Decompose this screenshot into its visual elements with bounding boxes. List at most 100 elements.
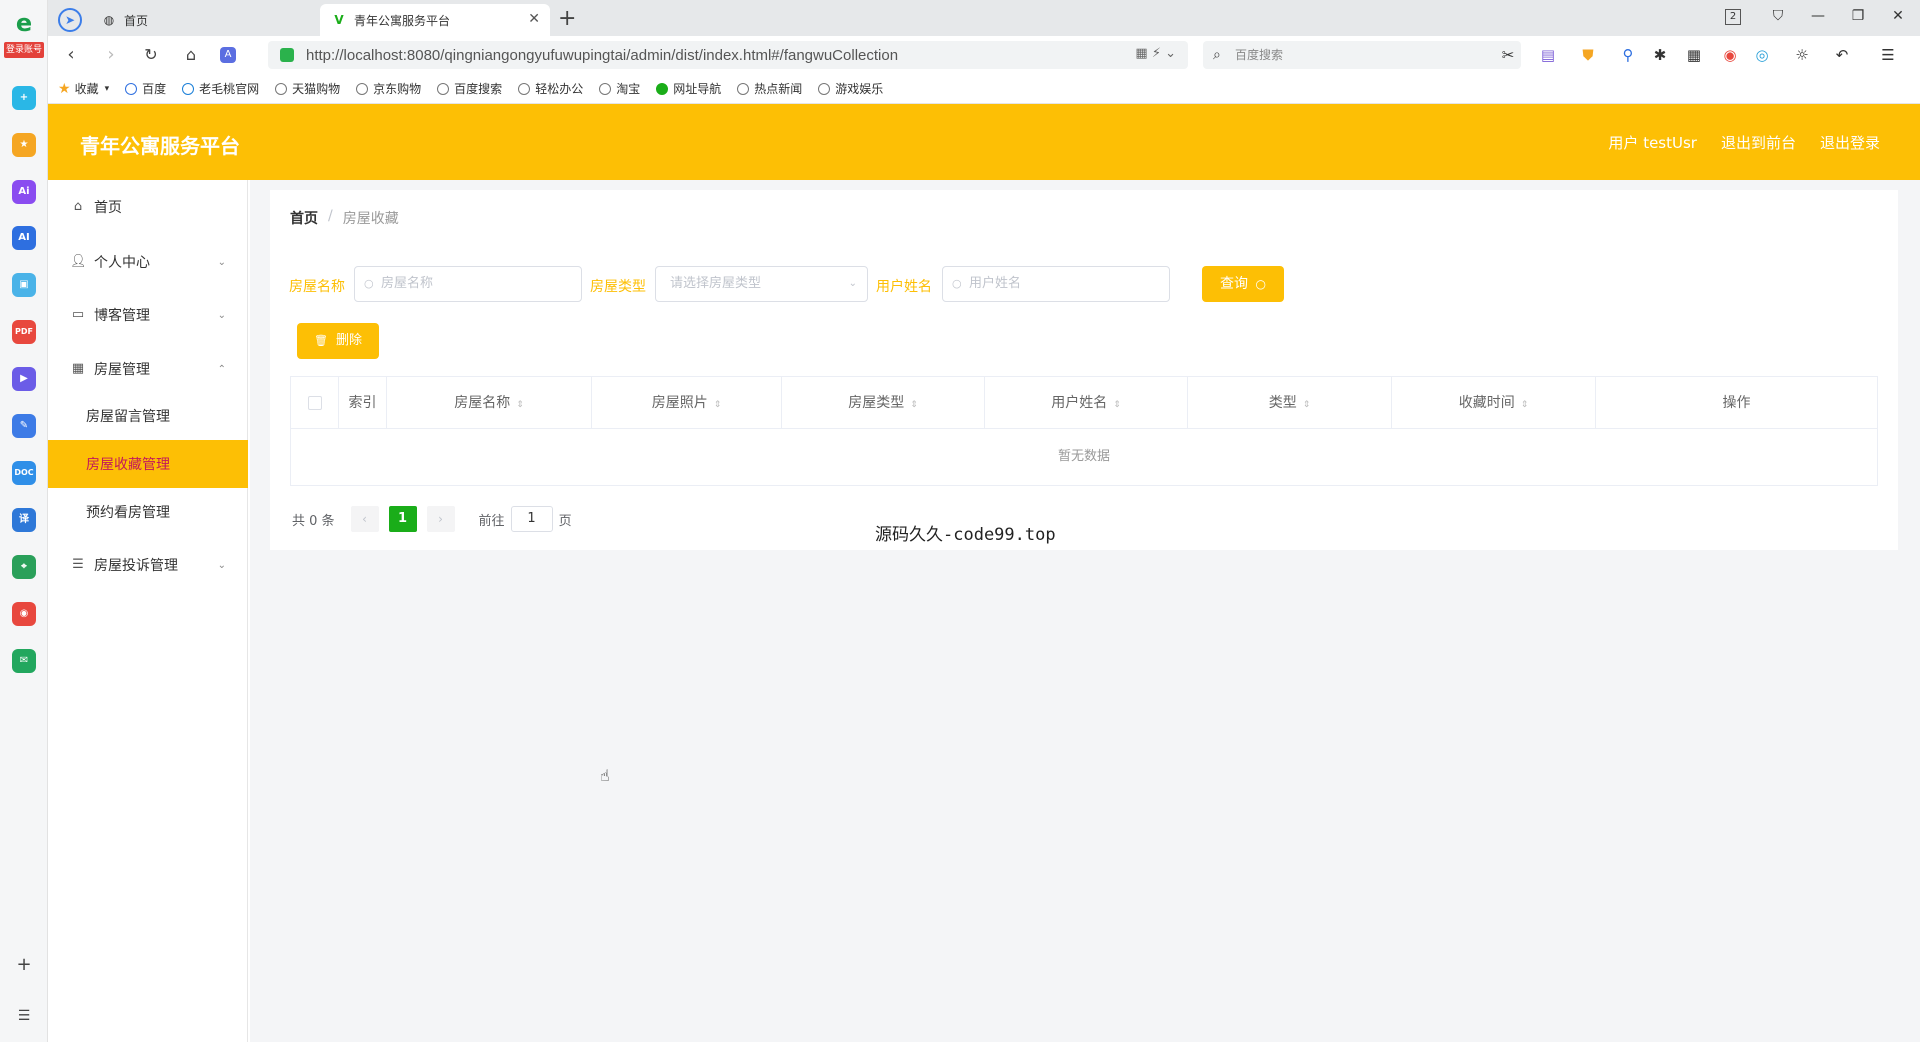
dock-pdf-icon[interactable]: PDF xyxy=(12,320,36,344)
translate-icon[interactable]: ▤ xyxy=(1538,45,1558,65)
dock-translate-icon[interactable]: 译 xyxy=(12,508,36,532)
chrome-icon[interactable]: ◉ xyxy=(1720,45,1740,65)
prev-page-button[interactable]: ‹ xyxy=(350,506,379,532)
sidebar-item-personal[interactable]: 👤︎ 个人中心 ⌄ xyxy=(48,237,248,287)
restore-icon[interactable]: ❐ xyxy=(1846,8,1870,24)
page-number-current[interactable]: 1 xyxy=(388,506,417,532)
dock-doc-icon[interactable]: DOC xyxy=(12,461,36,485)
home-icon[interactable]: ⌂ xyxy=(180,44,202,66)
dock-list-icon[interactable]: ☰ xyxy=(12,1004,36,1028)
column-header-user-name[interactable]: 用户姓名 ⇕ xyxy=(985,377,1188,429)
sort-icon[interactable]: ⇕ xyxy=(910,400,918,410)
sort-icon[interactable]: ⇕ xyxy=(714,400,722,410)
collection-table: 索引 房屋名称 ⇕ 房屋照片 ⇕ 房屋类型 ⇕ 用户姓名 ⇕ 类型 ⇕ 收藏时间 ⇕ 操作 … xyxy=(290,376,1878,486)
bookmark-item[interactable]: 京东购物 xyxy=(356,80,421,97)
dock-note-icon[interactable]: ✎ xyxy=(12,414,36,438)
window-count-badge[interactable]: 2 xyxy=(1725,9,1741,25)
dock-mail-icon[interactable]: ✉ xyxy=(12,649,36,673)
sort-icon[interactable]: ⇕ xyxy=(516,400,524,410)
apps-grid-icon[interactable]: ▦ xyxy=(1684,45,1704,65)
sidebar-item-home[interactable]: ⌂ 首页 xyxy=(48,182,248,232)
undo-icon[interactable]: ↶ xyxy=(1832,45,1852,65)
reload-icon[interactable]: ↻ xyxy=(140,44,162,66)
address-bar[interactable]: http://localhost:8080/qingniangongyufuwu… xyxy=(268,41,1188,69)
browser-sidebar-dock: e 登录账号 + ★ Ai AI ▣ PDF ▶ ✎ DOC 译 ⌖ ◉ ✉ +… xyxy=(0,0,48,1042)
close-window-icon[interactable]: ✕ xyxy=(1886,8,1910,24)
bookmark-item[interactable]: 淘宝 xyxy=(599,80,640,97)
grid-icon: ▦ xyxy=(71,361,85,376)
bookmark-item[interactable]: 游戏娱乐 xyxy=(818,80,883,97)
dock-image-icon[interactable]: ▣ xyxy=(12,273,36,297)
search-box[interactable]: ⌕ 百度搜索 xyxy=(1203,41,1521,69)
dock-ai-icon[interactable]: Ai xyxy=(12,180,36,204)
column-header-house-photo[interactable]: 房屋照片 ⇕ xyxy=(592,377,782,429)
bookmark-item[interactable]: 天猫购物 xyxy=(275,80,340,97)
sort-icon[interactable]: ⇕ xyxy=(1113,400,1121,410)
sidebar-item-house-message[interactable]: 房屋留言管理 xyxy=(48,392,248,440)
dock-star-icon[interactable]: ★ xyxy=(12,133,36,157)
url-text: http://localhost:8080/qingniangongyufuwu… xyxy=(306,46,899,64)
breadcrumb-home[interactable]: 首页 xyxy=(290,208,318,228)
column-header-type[interactable]: 类型 ⇕ xyxy=(1188,377,1392,429)
delete-button[interactable]: 🗑︎ 删除 xyxy=(297,323,379,359)
brightness-icon[interactable]: ☼ xyxy=(1792,45,1812,65)
column-header-house-type[interactable]: 房屋类型 ⇕ xyxy=(782,377,985,429)
browser-logo[interactable]: e 登录账号 xyxy=(4,10,44,58)
minimize-icon[interactable]: — xyxy=(1806,8,1830,24)
sort-icon[interactable]: ⇕ xyxy=(1521,400,1529,410)
edge-icon[interactable]: ◎ xyxy=(1752,45,1772,65)
dock-add-icon[interactable]: + xyxy=(12,953,36,977)
sidebar-item-house-collection[interactable]: 房屋收藏管理 xyxy=(48,440,248,488)
next-page-button[interactable]: › xyxy=(426,506,455,532)
dock-ai-doc-icon[interactable]: AI xyxy=(12,226,36,250)
select-all-checkbox[interactable] xyxy=(308,396,322,410)
sidebar-item-blog[interactable]: ▭ 博客管理 ⌄ xyxy=(48,290,248,340)
scissors-icon[interactable]: ✂ xyxy=(1498,45,1518,65)
bookmark-favorites[interactable]: ★ 收藏 ▾ xyxy=(58,80,109,97)
ai-extension-icon[interactable]: A xyxy=(220,47,236,63)
bookmark-item[interactable]: 网址导航 xyxy=(656,80,721,97)
tab-platform[interactable]: V 青年公寓服务平台 ✕ xyxy=(320,4,550,36)
magnifier-icon[interactable]: ⚲ xyxy=(1618,45,1638,65)
dock-app-icon[interactable]: + xyxy=(12,86,36,110)
dock-weibo-icon[interactable]: ◉ xyxy=(12,602,36,626)
sidebar-item-house-booking[interactable]: 预约看房管理 xyxy=(48,488,248,536)
extensions-icon[interactable]: ✱ xyxy=(1650,45,1670,65)
dock-video-icon[interactable]: ▶ xyxy=(12,367,36,391)
user-name-input[interactable]: ○ 用户姓名 xyxy=(942,266,1170,302)
select-placeholder: 请选择房屋类型 xyxy=(670,276,762,291)
menu-icon[interactable]: ☰ xyxy=(1878,45,1898,65)
sidebar-item-label: 博客管理 xyxy=(94,308,150,324)
sidebar-item-complaint[interactable]: ☰ 房屋投诉管理 ⌄ xyxy=(48,540,248,590)
shirt-icon[interactable]: ⛉ xyxy=(1766,8,1790,24)
vue-logo-icon: V xyxy=(334,13,344,27)
bookmark-item[interactable]: 百度 xyxy=(125,80,166,97)
bookmark-item[interactable]: 老毛桃官网 xyxy=(182,80,259,97)
forward-icon[interactable]: › xyxy=(100,44,122,66)
query-button[interactable]: 查询 ○ xyxy=(1202,266,1284,302)
navigation-icon[interactable]: ➤ xyxy=(58,8,82,32)
globe-icon xyxy=(818,82,831,95)
goto-page-input[interactable]: 1 xyxy=(510,506,553,532)
close-tab-icon[interactable]: ✕ xyxy=(528,11,540,27)
new-tab-button[interactable]: + xyxy=(558,6,576,31)
dock-map-icon[interactable]: ⌖ xyxy=(12,555,36,579)
logout-link[interactable]: 退出登录 xyxy=(1820,132,1880,153)
sort-icon[interactable]: ⇕ xyxy=(1303,400,1311,410)
address-bar-extras-icon[interactable]: ▦ ⚡ ⌄ xyxy=(1135,46,1176,61)
nav-site-icon xyxy=(656,82,669,95)
login-account-tag[interactable]: 登录账号 xyxy=(4,42,44,58)
list-icon: ☰ xyxy=(72,557,84,572)
back-icon[interactable]: ‹ xyxy=(60,44,82,66)
bookmark-item[interactable]: 热点新闻 xyxy=(737,80,802,97)
bookmark-item[interactable]: 百度搜索 xyxy=(437,80,502,97)
house-type-select[interactable]: 请选择房屋类型 ⌄ xyxy=(655,266,868,302)
sidebar-item-house[interactable]: ▦ 房屋管理 ⌃ xyxy=(48,344,248,394)
bookmark-item[interactable]: 轻松办公 xyxy=(518,80,583,97)
shield-icon[interactable]: ⛊ xyxy=(1578,45,1598,65)
house-name-input[interactable]: ○ 房屋名称 xyxy=(354,266,582,302)
back-to-front-link[interactable]: 退出到前台 xyxy=(1721,132,1796,153)
header-actions: 用户 testUsr 退出到前台 退出登录 xyxy=(1584,132,1880,153)
column-header-house-name[interactable]: 房屋名称 ⇕ xyxy=(387,377,592,429)
column-header-collect-time[interactable]: 收藏时间 ⇕ xyxy=(1392,377,1596,429)
